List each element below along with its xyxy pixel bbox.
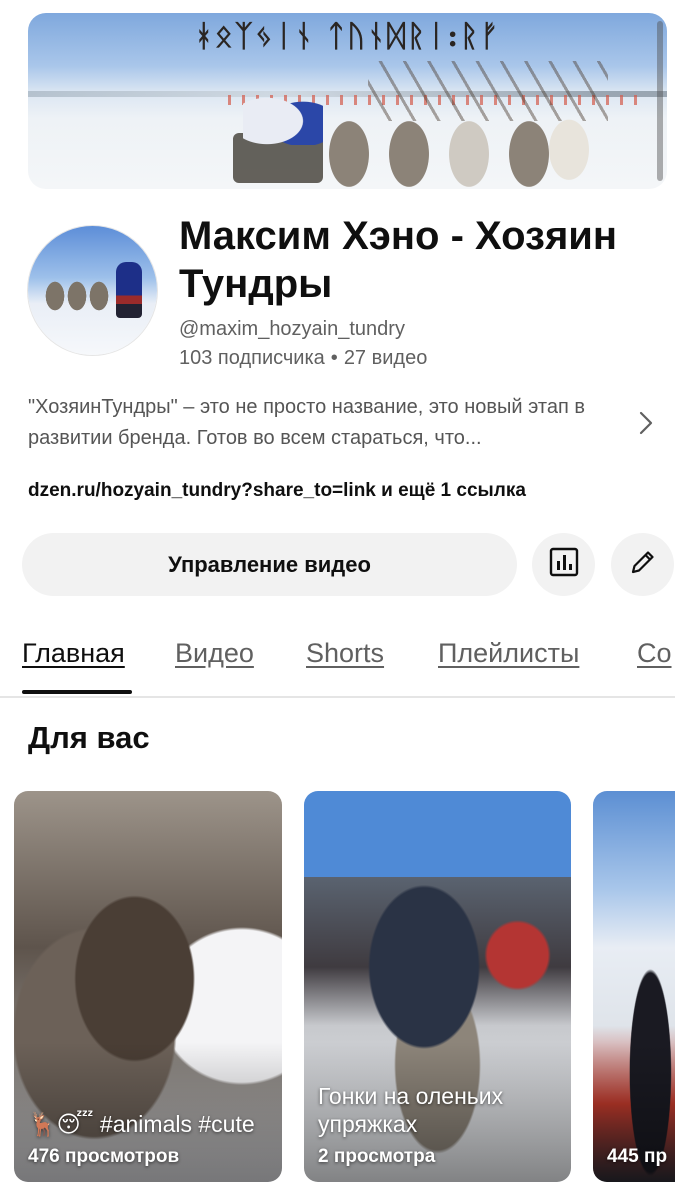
bar-chart-icon xyxy=(548,546,580,583)
banner-people xyxy=(243,85,323,145)
pencil-icon xyxy=(627,546,659,583)
short-card[interactable]: Гонки на оленьих упряжках 2 просмотра xyxy=(304,791,571,1182)
section-title: Для вас xyxy=(28,720,150,755)
analytics-button[interactable] xyxy=(532,533,595,596)
channel-stats: 103 подписчика • 27 видео xyxy=(179,347,427,370)
tab-home[interactable]: Главная xyxy=(22,638,125,669)
short-card[interactable]: 445 пр xyxy=(593,791,675,1182)
active-tab-indicator xyxy=(22,690,132,694)
card-views: 445 пр xyxy=(607,1146,668,1167)
video-count: 27 видео xyxy=(343,347,428,369)
channel-name: Максим Хэно - Хозяин Тундры xyxy=(179,214,618,306)
subscriber-count: 103 подписчика xyxy=(179,347,325,369)
banner-reindeer xyxy=(318,103,380,188)
card-title: Гонки на оленьих упряжках xyxy=(318,1083,504,1137)
banner-title: ᚼᛟᛉᛃᛁᚾ ᛏᚢᚾᛞᚱᛁ:ᚱᚠ xyxy=(194,19,501,54)
avatar-person xyxy=(116,262,142,318)
manage-videos-button[interactable]: Управление видео xyxy=(22,533,517,596)
channel-links[interactable]: dzen.ru/hozyain_tundry?share_to=link и е… xyxy=(28,480,526,502)
stats-separator: • xyxy=(330,347,338,369)
banner-reindeer xyxy=(538,103,600,188)
avatar[interactable] xyxy=(28,226,157,355)
card-title: 🦌😴 #animals #cute xyxy=(28,1111,255,1137)
banner-scrollbar xyxy=(657,21,663,181)
edit-channel-button[interactable] xyxy=(611,533,674,596)
channel-handle: @maxim_hozyain_tundry xyxy=(179,318,405,340)
tab-playlists[interactable]: Плейлисты xyxy=(438,638,579,669)
banner-reindeer xyxy=(438,103,500,188)
chevron-right-icon[interactable] xyxy=(636,410,656,435)
card-views: 476 просмотров xyxy=(28,1146,180,1167)
channel-description[interactable]: "ХозяинТундры" – это не просто название,… xyxy=(28,392,618,454)
short-card[interactable]: 🦌😴 #animals #cute 476 просмотров xyxy=(14,791,282,1182)
channel-tabs: Главная Видео Shorts Плейлисты Со xyxy=(0,630,675,698)
tab-shorts[interactable]: Shorts xyxy=(306,638,384,669)
tab-videos[interactable]: Видео xyxy=(175,638,254,669)
banner-reindeer xyxy=(378,103,440,188)
channel-banner: ᚼᛟᛉᛃᛁᚾ ᛏᚢᚾᛞᚱᛁ:ᚱᚠ xyxy=(28,13,667,189)
card-views: 2 просмотра xyxy=(318,1146,436,1167)
tab-community[interactable]: Со xyxy=(637,638,672,669)
avatar-reindeer xyxy=(86,276,112,316)
